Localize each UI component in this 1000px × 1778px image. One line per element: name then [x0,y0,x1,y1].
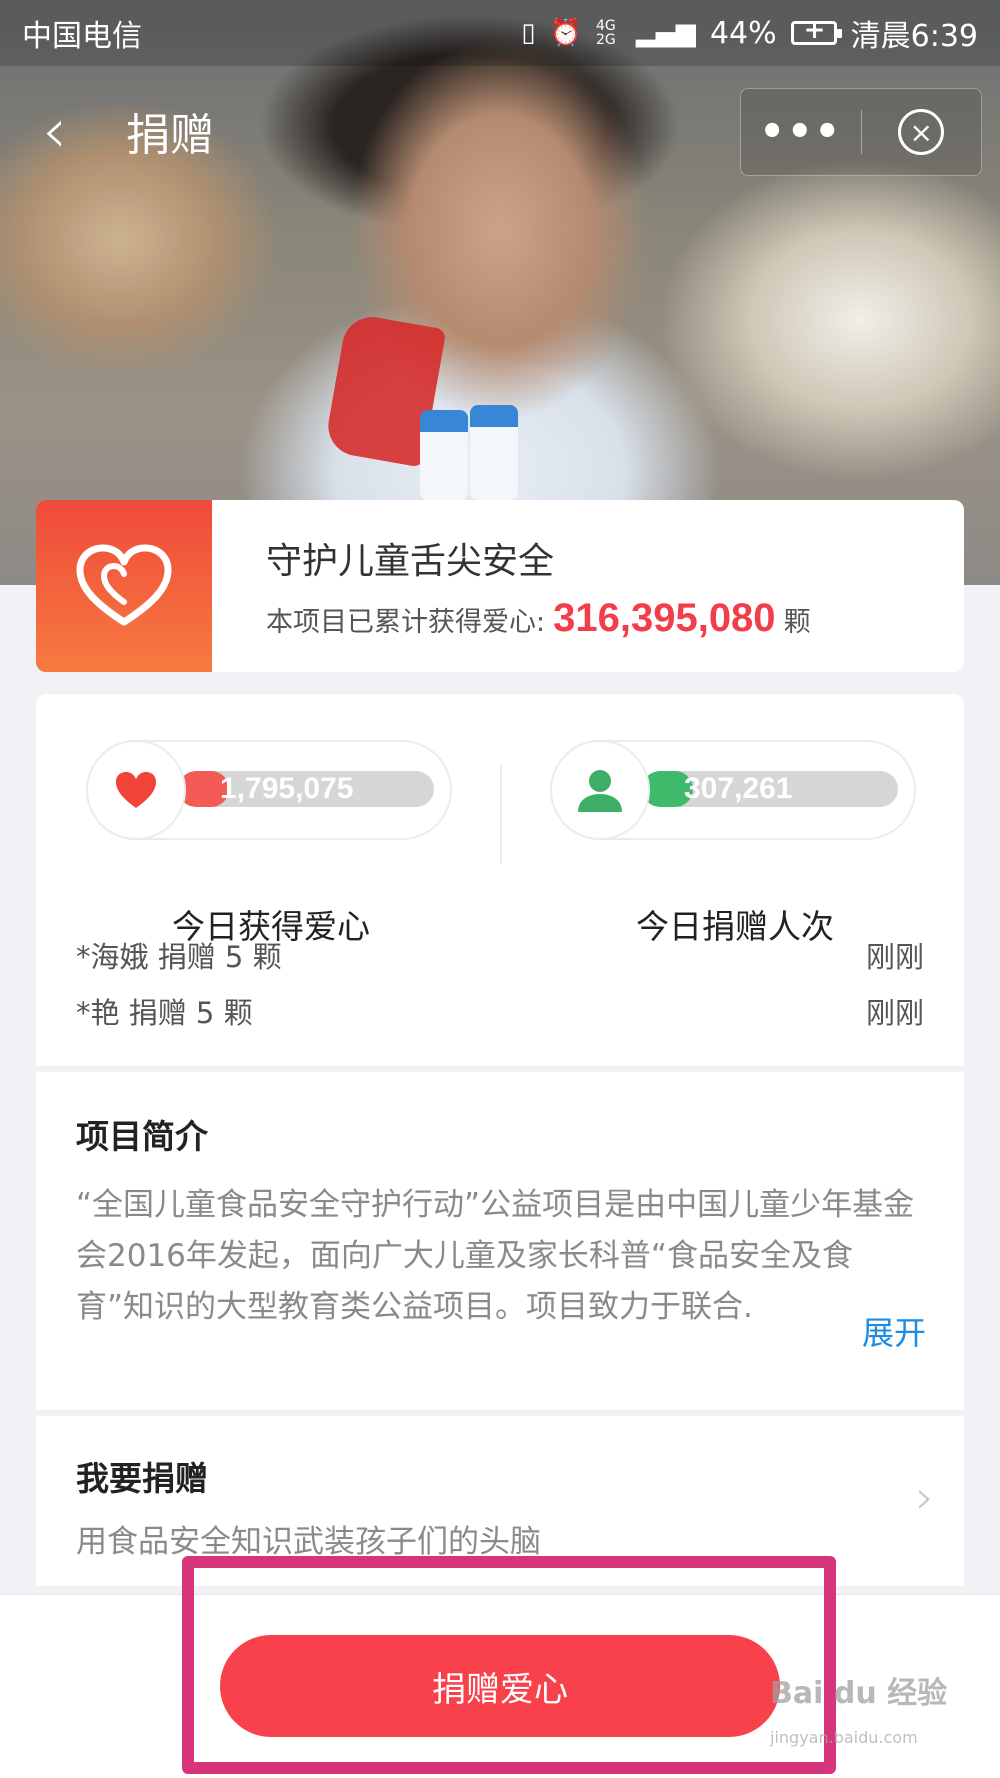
donation-text: *海娥 捐赠 5 颗 [76,940,282,974]
list-item: *海娥 捐赠 5 颗 刚刚 [76,934,924,976]
project-total-label: 本项目已累计获得爱心: [266,606,546,638]
project-total-value: 316,395,080 [553,595,776,640]
vibrate-icon: ▯ [521,18,536,48]
donors-progress-bar: 307,261 [642,771,898,807]
donate-title: 我要捐赠 [76,1459,208,1498]
stats-divider [500,764,502,864]
intro-card: 项目简介 “全国儿童食品安全守护行动”公益项目是由中国儿童少年基金会2016年发… [36,1072,964,1410]
battery-icon [790,15,842,45]
hero-test-tube [420,410,468,500]
page-title: 捐赠 [126,110,214,161]
person-icon [578,770,622,812]
donation-time: 刚刚 [865,996,924,1030]
close-icon: × [898,109,945,155]
list-item: *艳 捐赠 5 颗 刚刚 [76,990,924,1032]
network-label: 4G 2G [595,18,616,48]
chevron-right-icon: › [915,1470,934,1524]
donation-time: 刚刚 [865,940,924,974]
status-bar: 中国电信 ▯ ⏰ 4G 2G ▂▄▆ 44% 清晨6:39 [0,0,1000,66]
project-card: 守护儿童舌尖安全 本项目已累计获得爱心: 316,395,080 颗 [36,500,964,672]
hearts-today-stat: 1,795,075 今日获得爱心 [86,740,456,946]
donors-today-stat: 307,261 今日捐赠人次 [550,740,920,946]
title-bar: ‹ 捐赠 ••• × [0,66,1000,196]
person-icon-circle [550,740,650,840]
stats-card: 1,795,075 今日获得爱心 307,261 今日捐赠人次 *海娥 捐赠 5… [36,694,964,1066]
status-icons: ▯ ⏰ 4G 2G ▂▄▆ 44% 清晨6:39 [521,11,978,55]
hearts-today-value: 1,795,075 [220,772,354,805]
project-total-unit: 颗 [783,606,811,638]
project-total: 本项目已累计获得爱心: 316,395,080 颗 [266,596,811,641]
project-info: 守护儿童舌尖安全 本项目已累计获得爱心: 316,395,080 颗 [212,532,811,641]
back-icon[interactable]: ‹ [42,100,92,162]
heart-logo-icon [76,544,172,626]
heart-icon [116,772,156,808]
carrier-label: 中国电信 [22,19,142,54]
intro-text: “全国儿童食品安全守护行动”公益项目是由中国儿童少年基金会2016年发起，面向广… [76,1187,915,1325]
project-name: 守护儿童舌尖安全 [266,540,555,582]
donate-row[interactable]: 我要捐赠 用食品安全知识武装孩子们的头脑 › [36,1416,964,1586]
clock: 清晨6:39 [850,19,978,54]
hearts-progress-bar: 1,795,075 [178,771,434,807]
mini-program-capsule: ••• × [740,88,982,176]
project-logo [36,500,212,672]
heart-icon-circle [86,740,186,840]
donors-today-value: 307,261 [684,772,793,805]
battery-percent: 44% [709,15,777,51]
more-icon[interactable]: ••• [741,109,861,155]
hero-test-tube [470,405,518,500]
close-button[interactable]: × [862,109,982,155]
donate-subtitle: 用食品安全知识武装孩子们的头脑 [76,1524,541,1560]
donation-text: *艳 捐赠 5 颗 [76,996,253,1030]
intro-title: 项目简介 [76,1117,208,1156]
signal-icon: ▂▄▆ [635,18,696,48]
donate-love-button[interactable]: 捐赠爱心 [220,1635,780,1737]
watermark-url: jingyan.baidu.com [770,1728,918,1747]
donation-page: 中国电信 ▯ ⏰ 4G 2G ▂▄▆ 44% 清晨6:39 ‹ 捐赠 ••• × [0,0,1000,1778]
alarm-icon: ⏰ [549,18,582,48]
expand-link[interactable]: 展开 [862,1308,926,1354]
watermark-logo: Bai du 经验 [770,1676,948,1711]
